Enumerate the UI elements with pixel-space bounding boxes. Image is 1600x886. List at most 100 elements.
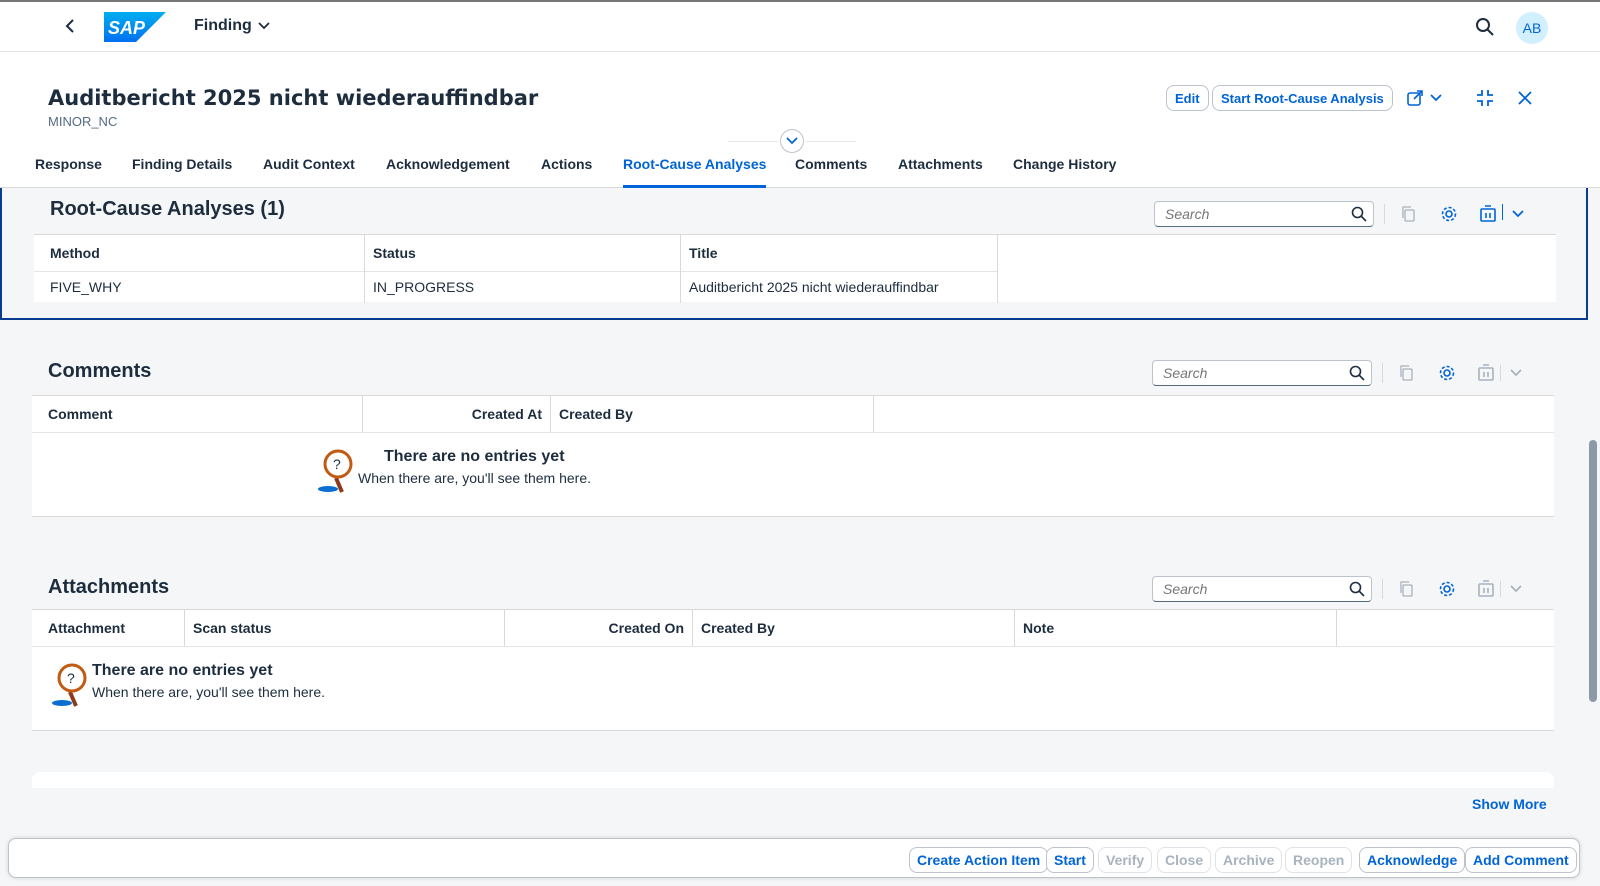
- share-menu-button[interactable]: [1404, 87, 1444, 109]
- search-field[interactable]: [1152, 576, 1372, 602]
- tab-response[interactable]: Response: [35, 156, 102, 188]
- column-header[interactable]: Created By: [693, 610, 1015, 646]
- export-icon: [1476, 579, 1496, 599]
- reopen-button: Reopen: [1285, 847, 1353, 873]
- tab-root-cause-analyses[interactable]: Root-Cause Analyses: [623, 156, 767, 188]
- avatar[interactable]: AB: [1516, 12, 1548, 44]
- sap-logo[interactable]: SAP: [104, 12, 166, 42]
- show-more-link[interactable]: Show More: [1472, 796, 1547, 812]
- page-subtitle: MINOR_NC: [48, 114, 118, 129]
- chevron-down-icon: [258, 22, 270, 30]
- no-entries-illustration-icon: ?: [52, 663, 87, 707]
- divider: [1382, 363, 1383, 383]
- tab-change-history[interactable]: Change History: [1013, 156, 1116, 188]
- next-section-card: [32, 772, 1554, 788]
- create-action-item-button[interactable]: Create Action Item: [909, 847, 1049, 873]
- close-button: Close: [1157, 847, 1212, 873]
- search-icon[interactable]: [1349, 365, 1365, 381]
- page-title: Auditbericht 2025 nicht wiederauffindbar: [48, 86, 539, 110]
- empty-state-title: There are no entries yet: [92, 662, 273, 679]
- export-icon[interactable]: [1478, 204, 1498, 224]
- table-cell: Auditbericht 2025 nicht wiederauffindbar: [681, 271, 998, 303]
- empty-state: ? There are no entries yet When there ar…: [312, 448, 591, 494]
- start-button[interactable]: Start: [1046, 847, 1094, 873]
- column-header[interactable]: Attachment: [32, 610, 185, 646]
- column-header[interactable]: Created At: [363, 396, 551, 432]
- search-icon[interactable]: [1349, 581, 1365, 597]
- divider: [728, 141, 778, 142]
- copy-icon[interactable]: [1399, 204, 1419, 224]
- search-icon[interactable]: [1475, 17, 1495, 37]
- divider: [1500, 581, 1501, 597]
- tab-finding-details[interactable]: Finding Details: [132, 156, 232, 188]
- search-field[interactable]: [1154, 201, 1374, 227]
- footer-toolbar: Create Action Item Start Verify Close Ar…: [8, 838, 1580, 878]
- add-comment-button[interactable]: Add Comment: [1465, 847, 1577, 873]
- empty-state: ? There are no entries yet When there ar…: [46, 662, 325, 708]
- app-title: Finding: [194, 17, 252, 34]
- search-input[interactable]: [1165, 203, 1345, 225]
- search-input[interactable]: [1163, 578, 1343, 600]
- table-row[interactable]: FIVE_WHY IN_PROGRESS Auditbericht 2025 n…: [34, 271, 998, 303]
- column-header[interactable]: Method: [34, 235, 365, 271]
- archive-button: Archive: [1215, 847, 1283, 873]
- tab-attachments[interactable]: Attachments: [898, 156, 983, 188]
- object-header: Auditbericht 2025 nicht wiederauffindbar…: [0, 52, 1600, 188]
- svg-text:SAP: SAP: [108, 18, 146, 38]
- app-title-menu[interactable]: Finding: [194, 17, 270, 35]
- chevron-down-icon: [1506, 579, 1526, 599]
- root-cause-analyses-table: Method Status Title FIVE_WHY IN_PROGRESS…: [34, 234, 1556, 303]
- tab-audit-context[interactable]: Audit Context: [263, 156, 355, 188]
- share-icon: [1407, 90, 1423, 106]
- column-header[interactable]: Note: [1015, 610, 1337, 646]
- settings-icon[interactable]: [1437, 363, 1457, 383]
- back-icon[interactable]: [60, 16, 80, 36]
- tab-actions[interactable]: Actions: [541, 156, 592, 188]
- section-title: Attachments: [48, 576, 170, 598]
- column-header[interactable]: Created By: [551, 396, 874, 432]
- column-header[interactable]: Title: [681, 235, 998, 271]
- empty-state-text: When there are, you'll see them here.: [92, 684, 326, 700]
- chevron-down-icon: [1430, 94, 1442, 102]
- comments-table: Comment Created At Created By ? There ar…: [32, 395, 1554, 517]
- collapse-header-button[interactable]: [780, 129, 804, 153]
- copy-icon[interactable]: [1397, 363, 1417, 383]
- edit-button[interactable]: Edit: [1166, 85, 1209, 111]
- tab-comments[interactable]: Comments: [795, 156, 867, 188]
- tab-acknowledgement[interactable]: Acknowledgement: [386, 156, 510, 188]
- divider: [1382, 579, 1383, 599]
- column-header[interactable]: Status: [365, 235, 681, 271]
- export-icon: [1476, 363, 1496, 383]
- start-root-cause-analysis-button[interactable]: Start Root-Cause Analysis: [1212, 85, 1393, 111]
- verify-button: Verify: [1098, 847, 1153, 873]
- settings-icon[interactable]: [1439, 204, 1459, 224]
- anchor-bar: Response Finding Details Audit Context A…: [0, 156, 1600, 188]
- scrollbar[interactable]: [1589, 440, 1597, 702]
- divider: [1384, 204, 1385, 224]
- empty-state-text: When there are, you'll see them here.: [358, 470, 592, 486]
- divider: [1502, 204, 1503, 220]
- chevron-down-icon[interactable]: [1508, 204, 1528, 224]
- search-input[interactable]: [1163, 362, 1343, 384]
- search-field[interactable]: [1152, 360, 1372, 386]
- acknowledge-button[interactable]: Acknowledge: [1359, 847, 1466, 873]
- column-header[interactable]: Comment: [32, 396, 363, 432]
- root-cause-analyses-section: Root-Cause Analyses (1) Method Status Ti…: [0, 188, 1588, 320]
- column-header[interactable]: Created On: [505, 610, 693, 646]
- attachments-table: Attachment Scan status Created On Create…: [32, 609, 1554, 731]
- shell-bar: SAP Finding AB: [0, 0, 1600, 52]
- table-cell: IN_PROGRESS: [365, 271, 681, 303]
- chevron-down-icon: [786, 137, 798, 145]
- divider: [1500, 365, 1501, 381]
- divider: [32, 646, 1554, 647]
- svg-text:?: ?: [67, 670, 75, 686]
- copy-icon[interactable]: [1397, 579, 1417, 599]
- section-title: Root-Cause Analyses (1): [50, 198, 285, 220]
- comments-section: Comments Comment Created At Created By ?…: [0, 345, 1588, 525]
- exit-fullscreen-icon[interactable]: [1474, 87, 1496, 109]
- column-header[interactable]: Scan status: [185, 610, 505, 646]
- search-icon[interactable]: [1351, 206, 1367, 222]
- chevron-down-icon: [1506, 363, 1526, 383]
- settings-icon[interactable]: [1437, 579, 1457, 599]
- close-icon[interactable]: [1514, 87, 1536, 109]
